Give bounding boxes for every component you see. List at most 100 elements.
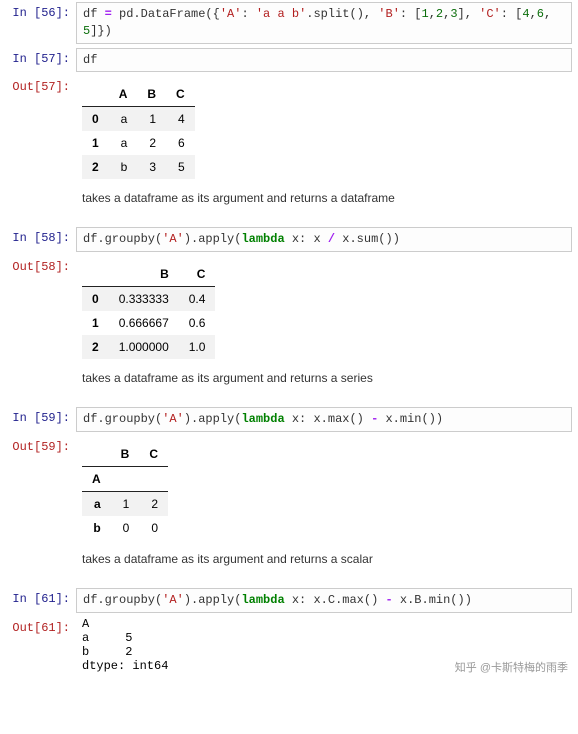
code-token: df.groupby( (83, 593, 162, 607)
code-token: x: x.max() (285, 412, 371, 426)
cell-value: 3 (137, 155, 166, 179)
column-header: B (111, 442, 140, 467)
cell-value: 4 (166, 107, 195, 132)
output-cell: Out[57]:ABC0a141a262b35takes a dataframe… (0, 74, 578, 225)
column-header (82, 262, 109, 287)
code-token: = (105, 7, 112, 21)
output-prompt: Out[58]: (0, 256, 76, 274)
cell-value: 0 (111, 516, 140, 540)
input-prompt: In [61]: (0, 588, 76, 606)
row-index: 0 (82, 107, 109, 132)
cell-value: 0.666667 (109, 311, 179, 335)
output-cell: Out[61]:A a 5 b 2 dtype: int64 (0, 615, 578, 681)
table-row: 0a14 (82, 107, 195, 132)
cell-value: 1.0 (179, 335, 216, 359)
code-token: x.sum()) (335, 232, 400, 246)
code-token: ]}) (90, 24, 112, 38)
code-token: lambda (241, 232, 284, 246)
code-token: : [ (400, 7, 422, 21)
output-prompt: Out[59]: (0, 436, 76, 454)
output-cell: Out[58]:BC00.3333330.410.6666670.621.000… (0, 254, 578, 405)
code-token: , (530, 7, 537, 21)
input-prompt: In [59]: (0, 407, 76, 425)
input-prompt: In [58]: (0, 227, 76, 245)
input-cell: In [56]:df = pd.DataFrame({'A': 'a a b'.… (0, 0, 578, 46)
code-token: / (328, 232, 335, 246)
code-token: 'A' (162, 412, 184, 426)
input-cell: In [57]:df (0, 46, 578, 75)
cell-value: 0 (139, 516, 168, 540)
cell-value: 1 (111, 491, 140, 516)
column-header: B (109, 262, 179, 287)
code-token: : [ (501, 7, 523, 21)
code-token: 'A' (162, 232, 184, 246)
column-header: C (139, 442, 168, 467)
table-row: 21.0000001.0 (82, 335, 215, 359)
code-input[interactable]: df.groupby('A').apply(lambda x: x.C.max(… (76, 588, 572, 613)
code-token: ).apply( (184, 232, 242, 246)
cell-value: 0.4 (179, 287, 216, 312)
code-token: 'A' (220, 7, 242, 21)
code-token: ).apply( (184, 412, 242, 426)
cell-value: a (109, 131, 138, 155)
code-token: 4 (522, 7, 529, 21)
output-description: takes a dataframe as its argument and re… (82, 552, 572, 566)
row-index: 2 (82, 335, 109, 359)
row-index: 1 (82, 311, 109, 335)
index-name: A (82, 466, 111, 491)
code-token: 'a a b' (256, 7, 306, 21)
code-input[interactable]: df.groupby('A').apply(lambda x: x.max() … (76, 407, 572, 432)
row-index: 2 (82, 155, 109, 179)
code-token: x: x (285, 232, 328, 246)
code-token: ).apply( (184, 593, 242, 607)
code-token: , (429, 7, 436, 21)
code-token: : (241, 7, 255, 21)
code-token: df (83, 7, 105, 21)
code-token: lambda (241, 593, 284, 607)
table-row: 00.3333330.4 (82, 287, 215, 312)
code-token: , (544, 7, 551, 21)
column-header: A (109, 82, 138, 107)
output-cell: Out[59]:BCAa12b00takes a dataframe as it… (0, 434, 578, 586)
code-token: 3 (450, 7, 457, 21)
code-input[interactable]: df.groupby('A').apply(lambda x: x / x.su… (76, 227, 572, 252)
column-header: C (166, 82, 195, 107)
cell-value: 2 (137, 131, 166, 155)
row-index: b (82, 516, 111, 540)
code-token: 6 (537, 7, 544, 21)
cell-value: 0.6 (179, 311, 216, 335)
code-input[interactable]: df = pd.DataFrame({'A': 'a a b'.split(),… (76, 2, 572, 44)
row-index: 1 (82, 131, 109, 155)
table-row: 2b35 (82, 155, 195, 179)
cell-value: 5 (166, 155, 195, 179)
output-area: BC00.3333330.410.6666670.621.0000001.0ta… (76, 256, 578, 403)
cell-value: a (109, 107, 138, 132)
row-index: a (82, 491, 111, 516)
code-token: x.B.min()) (393, 593, 472, 607)
input-cell: In [61]:df.groupby('A').apply(lambda x: … (0, 586, 578, 615)
output-area: BCAa12b00takes a dataframe as its argume… (76, 436, 578, 584)
dataframe-table: BCAa12b00 (82, 442, 168, 540)
output-area: A a 5 b 2 dtype: int64 (76, 617, 578, 679)
input-cell: In [59]:df.groupby('A').apply(lambda x: … (0, 405, 578, 434)
cell-value: 1 (137, 107, 166, 132)
table-row: 1a26 (82, 131, 195, 155)
output-area: ABC0a141a262b35takes a dataframe as its … (76, 76, 578, 223)
code-token: ], (458, 7, 480, 21)
code-token: x.min()) (378, 412, 443, 426)
code-token: df.groupby( (83, 232, 162, 246)
code-token: 'A' (162, 593, 184, 607)
code-token: df.groupby( (83, 412, 162, 426)
cell-value: 0.333333 (109, 287, 179, 312)
code-token: x: x.C.max() (285, 593, 386, 607)
code-token: - (385, 593, 392, 607)
column-header: B (137, 82, 166, 107)
column-header (82, 82, 109, 107)
code-input[interactable]: df (76, 48, 572, 73)
cell-value: b (109, 155, 138, 179)
column-header: C (179, 262, 216, 287)
table-row: a12 (82, 491, 168, 516)
code-token: 'B' (378, 7, 400, 21)
output-description: takes a dataframe as its argument and re… (82, 191, 572, 205)
cell-value: 1.000000 (109, 335, 179, 359)
